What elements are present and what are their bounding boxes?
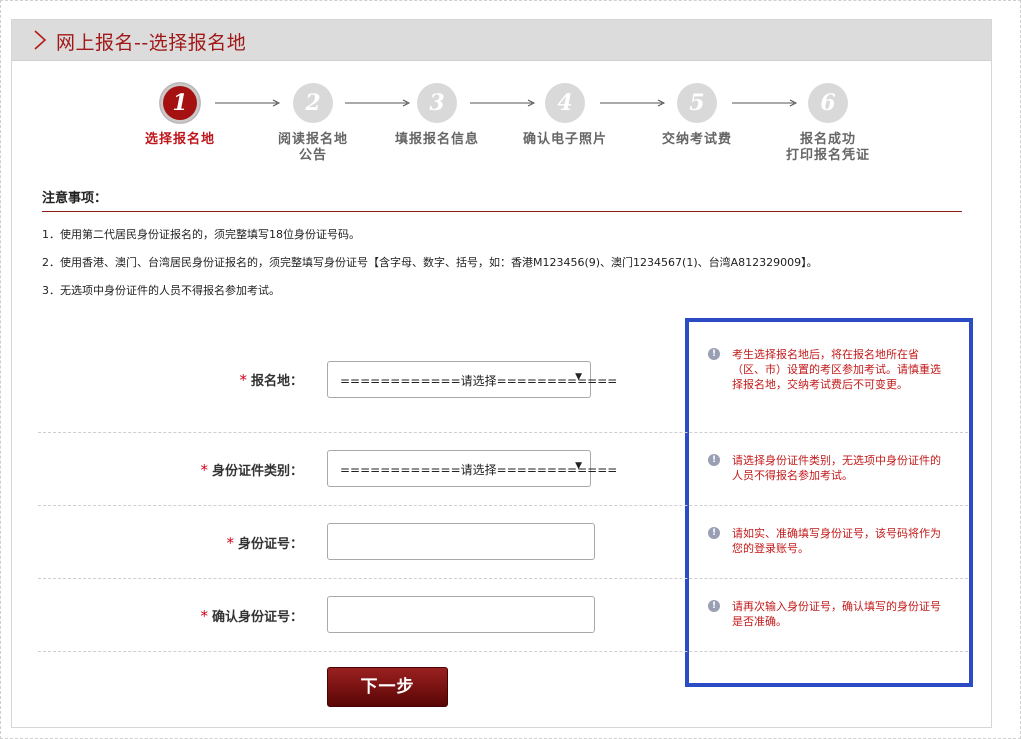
confirm-id-number-input[interactable]: [327, 596, 595, 633]
arrow-right-icon: [600, 99, 666, 107]
info-icon: !: [708, 454, 720, 466]
step-2-label-line1: 阅读报名地: [277, 132, 348, 147]
field-label-confirm-id-number: * 确认身份证号：: [200, 606, 303, 625]
chevron-right-icon: [34, 30, 47, 50]
field-label-id-number: * 身份证号：: [226, 533, 303, 552]
caret-down-icon: ▼: [575, 372, 582, 382]
step-6-circle: 6: [808, 83, 848, 123]
help-text: 请如实、准确填写身份证号，该号码将作为您的登录账号。: [732, 527, 941, 555]
step-3-circle: 3: [417, 83, 457, 123]
info-icon: !: [708, 600, 720, 612]
required-mark: *: [239, 371, 247, 389]
progress-steps: 1 2 3 4 5 6 选择报名地 阅读报名地 公告 填报报名信息 确认电子照片…: [12, 80, 991, 190]
notice-item: 3．无选项中身份证件的人员不得报名参加考试。: [42, 284, 280, 297]
id-number-input[interactable]: [327, 523, 595, 560]
notice-title: 注意事项：: [42, 191, 108, 206]
registration-panel: 网上报名--选择报名地 1 2 3 4 5 6 选择报名地 阅读报名地 公告 填…: [11, 19, 992, 728]
field-label-registration-place: * 报名地：: [239, 370, 303, 389]
notice-item: 1．使用第二代居民身份证报名的，须完整填写18位身份证号码。: [42, 228, 360, 241]
info-icon: !: [708, 348, 720, 360]
id-type-select[interactable]: ============请选择============ ▼: [327, 450, 617, 487]
label-text: 身份证件类别：: [211, 464, 303, 479]
step-4-circle: 4: [545, 83, 585, 123]
help-text: 请选择身份证件类别，无选项中身份证件的人员不得报名参加考试。: [732, 454, 941, 482]
step-1-circle: 1: [160, 83, 200, 123]
step-6-label-line1: 报名成功: [799, 132, 856, 147]
step-2-label-line2: 公告: [298, 148, 327, 163]
row-divider: [38, 432, 968, 433]
step-5-label: 交纳考试费: [661, 132, 732, 147]
help-text: 请再次输入身份证号，确认填写的身份证号是否准确。: [732, 600, 941, 628]
arrow-right-icon: [345, 99, 411, 107]
step-5-circle: 5: [677, 83, 717, 123]
required-mark: *: [200, 461, 208, 479]
required-mark: *: [226, 534, 234, 552]
step-6-label-line2: 打印报名凭证: [785, 148, 870, 163]
label-text: 身份证号：: [237, 537, 303, 552]
step-1-label: 选择报名地: [144, 132, 215, 147]
label-text: 报名地：: [250, 374, 303, 389]
help-id-type: ! 请选择身份证件类别，无选项中身份证件的人员不得报名参加考试。: [708, 453, 942, 483]
row-divider: [38, 578, 968, 579]
label-text: 确认身份证号：: [211, 610, 303, 625]
step-3-label: 填报报名信息: [394, 132, 479, 147]
next-step-button[interactable]: 下一步: [327, 667, 448, 707]
help-text: 考生选择报名地后，将在报名地所在省（区、市）设置的考区参加考试。请慎重选择报名地…: [732, 348, 941, 391]
help-registration-place: ! 考生选择报名地后，将在报名地所在省（区、市）设置的考区参加考试。请慎重选择报…: [708, 347, 942, 392]
info-icon: !: [708, 527, 720, 539]
help-confirm-id-number: ! 请再次输入身份证号，确认填写的身份证号是否准确。: [708, 599, 942, 629]
step-2-label: 阅读报名地 公告: [253, 132, 373, 164]
caret-down-icon: ▼: [575, 461, 582, 471]
registration-place-select[interactable]: ============请选择============ ▼: [327, 361, 617, 398]
page-title: 网上报名--选择报名地: [56, 32, 247, 54]
notice-item: 2．使用香港、澳门、台湾居民身份证报名的，须完整填写身份证号【含字母、数字、括号…: [42, 256, 818, 269]
field-label-id-type: * 身份证件类别：: [200, 460, 303, 479]
arrow-right-icon: [215, 99, 281, 107]
row-divider: [38, 505, 968, 506]
arrow-right-icon: [470, 99, 536, 107]
required-mark: *: [200, 607, 208, 625]
step-4-label: 确认电子照片: [522, 132, 607, 147]
step-6-label: 报名成功 打印报名凭证: [768, 132, 888, 164]
panel-header: 网上报名--选择报名地: [12, 20, 991, 61]
help-id-number: ! 请如实、准确填写身份证号，该号码将作为您的登录账号。: [708, 526, 942, 556]
step-2-circle: 2: [293, 83, 333, 123]
row-divider: [38, 651, 968, 652]
arrow-right-icon: [732, 99, 798, 107]
notice-divider: [42, 211, 962, 212]
